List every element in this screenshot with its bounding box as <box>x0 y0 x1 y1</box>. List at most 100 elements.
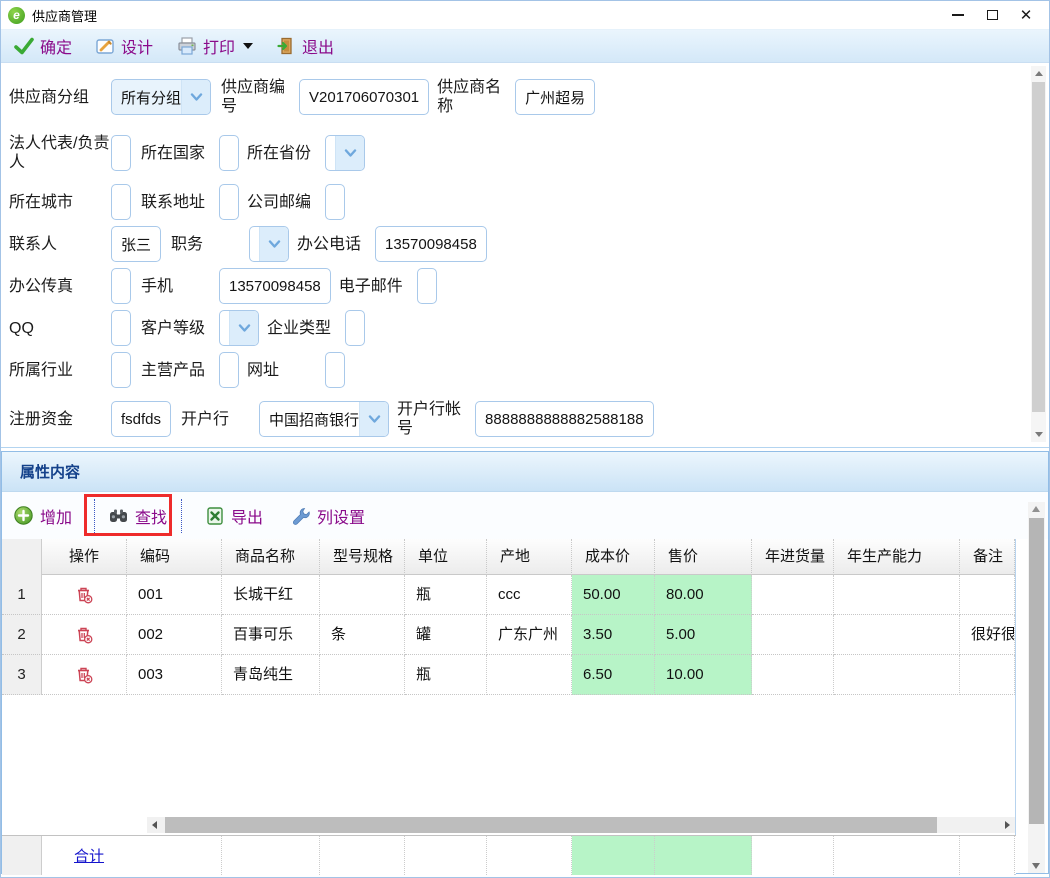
minimize-button[interactable] <box>941 1 975 29</box>
field-input[interactable]: 8888888888882588188 <box>475 401 654 437</box>
find-button[interactable]: 查找 <box>94 499 182 533</box>
scroll-left-icon[interactable] <box>152 821 157 829</box>
column-settings-button[interactable]: 列设置 <box>283 499 373 533</box>
footer-cell <box>222 836 320 875</box>
table-cell <box>834 655 960 695</box>
field-input[interactable] <box>111 310 131 346</box>
field-input[interactable] <box>111 352 131 388</box>
field-input[interactable]: V201706070301 <box>299 79 429 115</box>
field-input[interactable] <box>219 352 239 388</box>
design-pencil-icon <box>96 38 115 55</box>
form-row: 供应商分组所有分组供应商编号V201706070301供应商名称广州超易 <box>1 79 1049 115</box>
chevron-down-icon[interactable] <box>229 311 258 345</box>
field-label: 办公电话 <box>297 235 375 254</box>
field-combobox[interactable]: 所有分组 <box>111 79 211 115</box>
table-cell: 瓶 <box>405 655 487 695</box>
find-label: 查找 <box>135 504 167 528</box>
field-label: 主营产品 <box>141 361 219 380</box>
minimize-icon <box>952 14 964 16</box>
table-cell <box>960 575 1015 615</box>
chevron-down-icon[interactable] <box>359 402 388 436</box>
horizontal-scrollbar[interactable] <box>147 817 1015 833</box>
table-row: 2002百事可乐条罐广东广州3.505.00很好很 <box>2 615 1015 655</box>
table-cell <box>834 575 960 615</box>
close-icon: ✕ <box>1020 8 1033 23</box>
row-number: 3 <box>2 655 42 695</box>
grid-footer-row: 合计 <box>2 835 1016 874</box>
exit-button[interactable]: 退出 <box>266 32 345 60</box>
delete-button[interactable] <box>42 655 127 695</box>
close-button[interactable]: ✕ <box>1009 1 1043 29</box>
total-link[interactable]: 合计 <box>74 845 104 866</box>
table-cell: 条 <box>320 615 405 655</box>
chevron-down-icon[interactable] <box>181 80 210 114</box>
delete-button[interactable] <box>42 575 127 615</box>
field-input[interactable]: 13570098458 <box>375 226 487 262</box>
field-label: 联系地址 <box>141 193 219 212</box>
field-combobox[interactable] <box>219 310 259 346</box>
grid-vertical-scrollbar[interactable] <box>1028 502 1045 873</box>
main-toolbar: 确定 设计 打印 退出 <box>1 29 1049 63</box>
field-label: 客户等级 <box>141 319 219 338</box>
combobox-value <box>220 311 229 345</box>
add-icon <box>14 506 33 525</box>
print-button[interactable]: 打印 <box>166 32 264 60</box>
grid-scrollbar-thumb[interactable] <box>1029 518 1044 824</box>
field-input[interactable]: fsdfds <box>111 401 171 437</box>
field-label: 公司邮编 <box>247 193 325 212</box>
field-input[interactable] <box>111 184 131 220</box>
scroll-down-icon[interactable] <box>1035 432 1043 437</box>
field-input[interactable] <box>417 268 437 304</box>
field-input[interactable] <box>325 352 345 388</box>
maximize-button[interactable] <box>975 1 1009 29</box>
confirm-button[interactable]: 确定 <box>3 32 83 60</box>
design-button[interactable]: 设计 <box>85 32 164 60</box>
scroll-up-icon[interactable] <box>1032 506 1040 512</box>
scroll-up-icon[interactable] <box>1035 71 1043 76</box>
add-button[interactable]: 增加 <box>6 499 80 533</box>
design-label: 设计 <box>121 34 153 58</box>
horizontal-scrollbar-thumb[interactable] <box>165 817 937 833</box>
row-number: 1 <box>2 575 42 615</box>
column-header: 备注 <box>960 539 1015 575</box>
field-input[interactable] <box>345 310 365 346</box>
delete-button[interactable] <box>42 615 127 655</box>
field-input[interactable] <box>111 268 131 304</box>
scroll-right-icon[interactable] <box>1005 821 1010 829</box>
field-label: 供应商名称 <box>437 78 515 116</box>
form-scrollbar-thumb[interactable] <box>1032 82 1045 412</box>
chevron-down-icon[interactable] <box>335 136 364 170</box>
column-header: 年进货量 <box>752 539 834 575</box>
table-cell: 5.00 <box>655 615 752 655</box>
field-input[interactable] <box>219 135 239 171</box>
field-input[interactable]: 13570098458 <box>219 268 331 304</box>
field-combobox[interactable] <box>325 135 365 171</box>
attribute-panel: 属性内容 增加 查找 导出 <box>1 451 1049 874</box>
column-header: 成本价 <box>572 539 655 575</box>
export-button[interactable]: 导出 <box>198 499 271 533</box>
field-label: QQ <box>9 319 111 338</box>
chevron-down-icon[interactable] <box>259 227 288 261</box>
table-cell: 001 <box>127 575 222 615</box>
field-label: 开户行 <box>181 410 259 429</box>
field-input[interactable]: 张三 <box>111 226 161 262</box>
column-header: 产地 <box>487 539 572 575</box>
footer-cell <box>834 836 960 875</box>
table-cell: 瓶 <box>405 575 487 615</box>
table-cell <box>320 655 405 695</box>
titlebar: e 供应商管理 ✕ <box>1 1 1049 29</box>
table-cell: 50.00 <box>572 575 655 615</box>
scroll-down-icon[interactable] <box>1032 863 1040 869</box>
dropdown-caret-icon[interactable] <box>243 43 253 49</box>
field-input[interactable]: 广州超易 <box>515 79 595 115</box>
field-input[interactable] <box>111 135 131 171</box>
field-input[interactable] <box>325 184 345 220</box>
field-combobox[interactable] <box>249 226 289 262</box>
grid-body: 1001长城干红瓶ccc50.0080.002002百事可乐条罐广东广州3.50… <box>2 575 1015 695</box>
footer-cell <box>320 836 405 875</box>
field-input[interactable] <box>219 184 239 220</box>
form-vertical-scrollbar[interactable] <box>1031 66 1046 442</box>
field-combobox[interactable]: 中国招商银行 <box>259 401 389 437</box>
delete-trash-icon <box>74 585 94 605</box>
exit-label: 退出 <box>302 34 334 58</box>
